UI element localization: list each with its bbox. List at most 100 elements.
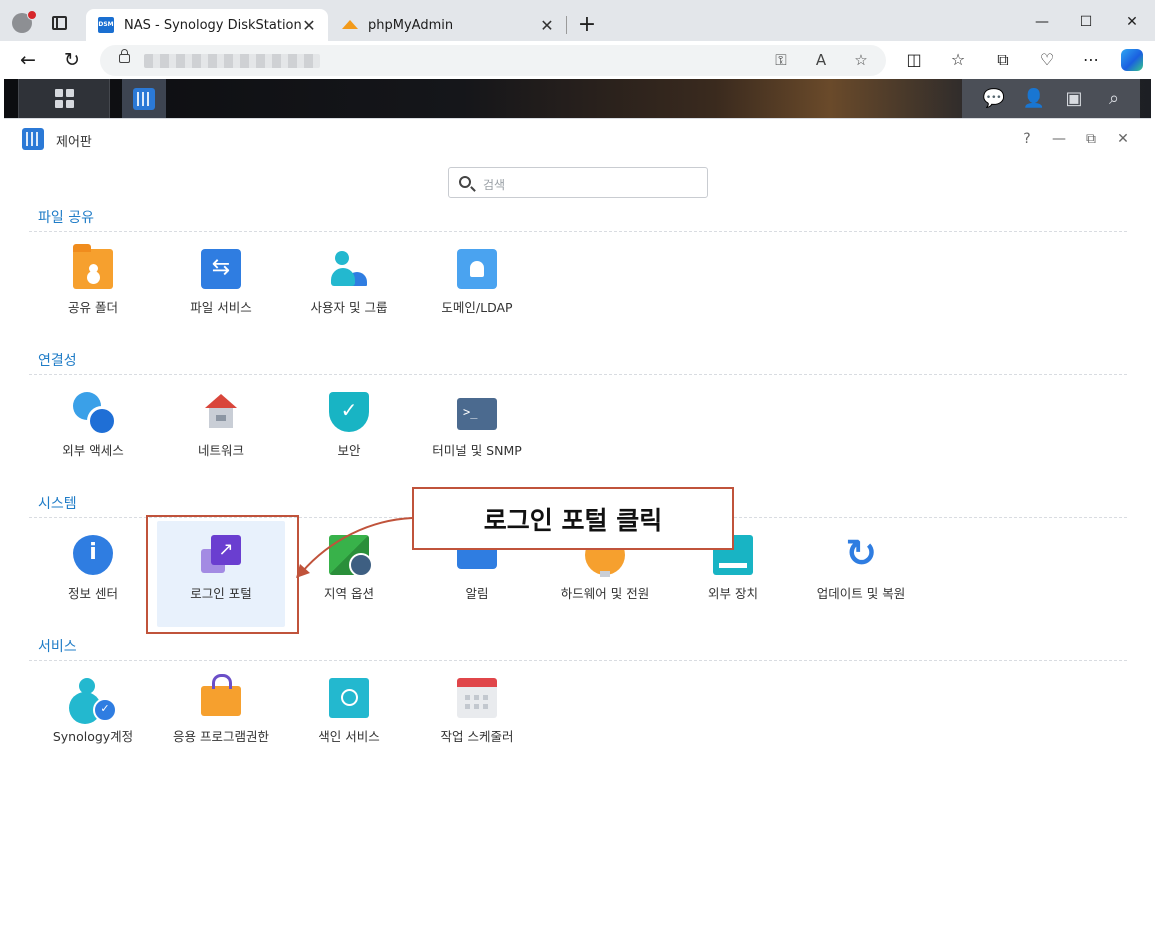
- shared-folder-icon: [73, 244, 113, 289]
- network-icon: [201, 392, 241, 432]
- tab-close-icon[interactable]: ✕: [302, 16, 316, 35]
- item-regional-options[interactable]: 지역 옵션: [285, 521, 413, 627]
- widgets-icon[interactable]: ▣: [1052, 79, 1096, 118]
- user-icon[interactable]: 👤: [1012, 79, 1056, 118]
- item-label: 파일 서비스: [190, 300, 252, 315]
- window-title: 제어판: [56, 135, 92, 150]
- key-icon[interactable]: ⚿: [770, 50, 792, 70]
- tab-title: NAS - Synology DiskStation: [124, 17, 302, 33]
- synology-account-icon: [73, 678, 117, 722]
- help-button[interactable]: ?: [1017, 130, 1037, 148]
- tab-close-icon[interactable]: ✕: [540, 16, 554, 35]
- more-menu-icon[interactable]: ⋯: [1078, 49, 1104, 71]
- item-task-scheduler[interactable]: 작업 스케줄러: [413, 664, 541, 770]
- section-title-connectivity: 연결성: [38, 353, 77, 369]
- window-minimize-button[interactable]: —: [1049, 130, 1069, 148]
- main-menu-icon: [54, 89, 74, 108]
- tab-dsm[interactable]: DSM NAS - Synology DiskStation ✕: [86, 9, 328, 41]
- item-label: 응용 프로그램권한: [173, 729, 269, 744]
- search-placeholder: 검색: [483, 178, 506, 192]
- main-menu-button[interactable]: [18, 79, 110, 118]
- item-security[interactable]: 보안: [285, 378, 413, 484]
- annotation-highlight-box: [146, 515, 299, 634]
- section-title-services: 서비스: [38, 639, 77, 655]
- window-close-button[interactable]: ✕: [1113, 130, 1133, 148]
- item-label: 터미널 및 SNMP: [432, 443, 522, 458]
- section-title-system: 시스템: [38, 496, 77, 512]
- item-terminal-snmp[interactable]: 터미널 및 SNMP: [413, 378, 541, 484]
- window-minimize-button[interactable]: —: [1022, 11, 1062, 33]
- item-label: 알림: [465, 586, 489, 601]
- tab-title: phpMyAdmin: [368, 17, 454, 33]
- window-close-button[interactable]: ✕: [1112, 11, 1152, 33]
- item-indexing-service[interactable]: 색인 서비스: [285, 664, 413, 770]
- item-label: Synology계정: [52, 729, 134, 744]
- regional-options-icon: [329, 535, 373, 577]
- file-services-icon: [201, 249, 241, 289]
- phpmyadmin-favicon-icon: [342, 17, 358, 33]
- section-divider: [29, 231, 1127, 232]
- dsm-taskbar-right: 💬 👤 ▣ ⌕: [962, 79, 1140, 118]
- new-tab-button[interactable]: +: [576, 11, 598, 39]
- item-application-privileges[interactable]: 응용 프로그램권한: [157, 664, 285, 770]
- domain-ldap-icon: [457, 249, 497, 289]
- item-label: 하드웨어 및 전원: [560, 586, 650, 601]
- address-bar[interactable]: ⚿ A ☆: [100, 45, 886, 76]
- item-info-center[interactable]: 정보 센터: [29, 521, 157, 627]
- search-icon: [459, 176, 471, 188]
- item-network[interactable]: 네트워크: [157, 378, 285, 484]
- window-restore-button[interactable]: ⧉: [1081, 130, 1101, 148]
- url-blurred: [144, 54, 320, 68]
- copilot-icon[interactable]: [1121, 49, 1143, 71]
- tab-phpmyadmin[interactable]: phpMyAdmin ✕: [330, 9, 566, 41]
- search-icon[interactable]: ⌕: [1092, 79, 1136, 118]
- item-label: 지역 옵션: [324, 586, 374, 601]
- control-panel-icon: [22, 128, 44, 150]
- item-label: 보안: [337, 443, 361, 458]
- indexing-service-icon: [329, 678, 369, 718]
- tab-actions-icon[interactable]: [52, 16, 67, 30]
- window-header: 제어판 ? — ⧉ ✕: [4, 119, 1151, 159]
- item-label: 작업 스케줄러: [440, 729, 514, 744]
- lock-icon[interactable]: [119, 49, 130, 63]
- external-access-icon: [73, 392, 117, 436]
- dsm-favicon-icon: DSM: [98, 17, 114, 33]
- item-external-access[interactable]: 외부 액세스: [29, 378, 157, 484]
- item-synology-account[interactable]: Synology계정: [29, 664, 157, 770]
- collections-icon[interactable]: ⧉: [990, 49, 1016, 71]
- item-label: 외부 장치: [708, 586, 758, 601]
- split-screen-icon[interactable]: ◫: [901, 49, 927, 71]
- item-label: 색인 서비스: [318, 729, 380, 744]
- search-input[interactable]: 검색: [448, 167, 708, 198]
- item-update-restore[interactable]: 업데이트 및 복원: [797, 521, 925, 627]
- refresh-button[interactable]: ↻: [59, 48, 85, 72]
- item-label: 도메인/LDAP: [441, 300, 513, 315]
- favorites-icon[interactable]: ☆: [945, 49, 971, 71]
- item-domain-ldap[interactable]: 도메인/LDAP: [413, 235, 541, 341]
- read-aloud-icon[interactable]: A: [810, 50, 832, 70]
- application-privileges-icon: [201, 674, 241, 716]
- profile-avatar-icon[interactable]: [12, 10, 37, 33]
- favorite-star-icon[interactable]: ☆: [850, 50, 872, 70]
- info-center-icon: [73, 535, 113, 575]
- back-button[interactable]: ←: [15, 48, 41, 72]
- browser-health-icon[interactable]: ♡: [1034, 49, 1060, 71]
- annotation-callout: 로그인 포털 클릭: [412, 487, 734, 550]
- control-panel-taskbar-button[interactable]: [122, 79, 166, 118]
- item-users-groups[interactable]: 사용자 및 그룹: [285, 235, 413, 341]
- item-label: 업데이트 및 복원: [816, 586, 906, 601]
- users-groups-icon: [329, 249, 369, 289]
- browser-nav-bar: ← ↻ ⚿ A ☆ ◫ ☆ ⧉ ♡ ⋯: [0, 41, 1155, 79]
- item-file-services[interactable]: 파일 서비스: [157, 235, 285, 341]
- section-title-file-sharing: 파일 공유: [38, 210, 94, 226]
- window-maximize-button[interactable]: ☐: [1066, 11, 1106, 33]
- terminal-icon: [457, 398, 497, 430]
- item-label: 사용자 및 그룹: [310, 300, 388, 315]
- browser-tab-bar: DSM NAS - Synology DiskStation ✕ phpMyAd…: [0, 0, 1155, 41]
- section-divider: [29, 374, 1127, 375]
- control-panel-icon: [133, 87, 155, 110]
- item-label: 외부 액세스: [62, 443, 124, 458]
- update-restore-icon: [841, 531, 881, 575]
- chat-icon[interactable]: 💬: [972, 79, 1016, 118]
- item-shared-folder[interactable]: 공유 폴더: [29, 235, 157, 341]
